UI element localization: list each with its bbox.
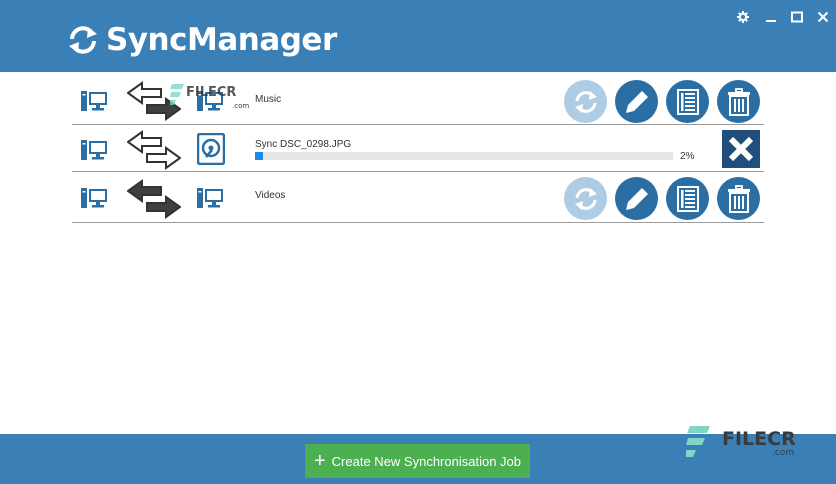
log-button[interactable] — [666, 80, 709, 123]
close-icon — [817, 11, 829, 23]
minimize-button[interactable] — [758, 0, 784, 34]
edit-button[interactable] — [615, 80, 658, 123]
sync-logo-icon — [69, 26, 97, 54]
minimize-icon — [766, 20, 776, 22]
watermark-brand: FILECR — [186, 85, 237, 100]
cancel-button[interactable] — [722, 130, 760, 168]
computer-icon — [81, 91, 107, 111]
watermark-logo: FILECR .com — [686, 424, 796, 462]
log-list-icon — [676, 185, 699, 212]
hard-drive-icon — [197, 133, 225, 165]
delete-button[interactable] — [717, 80, 760, 123]
sync-icon — [574, 90, 597, 113]
gear-icon — [737, 11, 749, 23]
watermark-domain: .com — [232, 102, 250, 110]
create-job-button[interactable]: + Create New Synchronisation Job — [305, 444, 530, 478]
watermark-brand: FILECR — [722, 428, 796, 450]
watermark-mark-icon — [686, 426, 710, 457]
log-button[interactable] — [666, 177, 709, 220]
delete-button[interactable] — [717, 177, 760, 220]
window-controls — [730, 0, 836, 36]
job-row-videos[interactable]: Videos — [72, 172, 764, 223]
sync-icon — [574, 187, 597, 210]
log-list-icon — [676, 88, 699, 115]
progress-percent: 2% — [680, 151, 695, 162]
trash-icon — [727, 184, 750, 213]
computer-icon — [81, 140, 107, 160]
sync-direction-icon — [127, 130, 181, 170]
sync-manager-window: SyncManager Music Sync DSC_0298.JPG 2% V… — [0, 0, 836, 484]
progress-bar-fill — [255, 152, 264, 160]
sync-button[interactable] — [564, 177, 607, 220]
job-row-running[interactable]: Sync DSC_0298.JPG 2% — [72, 125, 764, 172]
job-actions — [564, 177, 760, 220]
title-bar: SyncManager — [0, 0, 836, 72]
pencil-icon — [625, 187, 648, 210]
pencil-icon — [625, 90, 648, 113]
computer-icon — [197, 188, 223, 208]
settings-button[interactable] — [730, 0, 756, 34]
app-title: SyncManager — [106, 22, 337, 58]
progress-status-text: Sync DSC_0298.JPG — [255, 139, 352, 150]
sync-direction-icon — [127, 179, 181, 219]
close-button[interactable] — [810, 0, 836, 34]
create-job-label: Create New Synchronisation Job — [331, 453, 521, 469]
plus-icon: + — [313, 450, 326, 472]
trash-icon — [727, 87, 750, 116]
cancel-x-icon — [728, 136, 754, 162]
computer-icon — [81, 188, 107, 208]
app-logo: SyncManager — [66, 20, 337, 60]
sync-button[interactable] — [564, 80, 607, 123]
watermark-domain: .com — [772, 448, 795, 458]
maximize-button[interactable] — [784, 0, 810, 34]
maximize-icon — [791, 11, 803, 23]
watermark-mark-icon — [170, 84, 184, 105]
watermark-logo: FILECR .com — [170, 82, 260, 116]
job-name: Videos — [255, 190, 286, 201]
progress-bar — [255, 152, 673, 160]
edit-button[interactable] — [615, 177, 658, 220]
job-actions — [564, 80, 760, 123]
